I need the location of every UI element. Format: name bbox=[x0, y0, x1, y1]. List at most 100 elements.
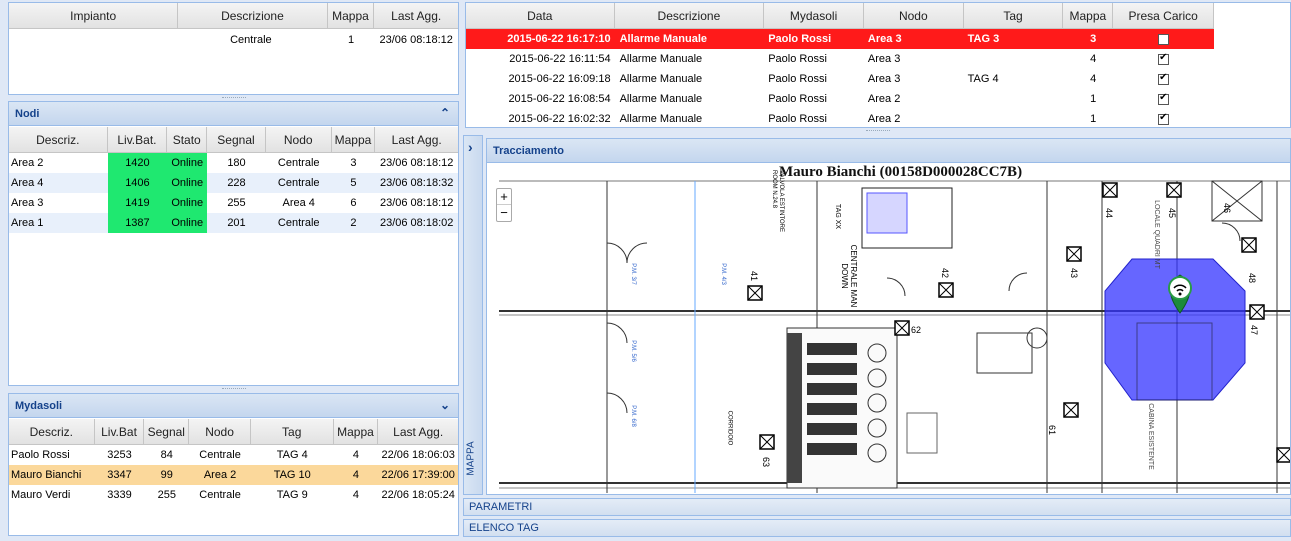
room-number: 63 bbox=[761, 456, 772, 468]
mappa-side-bar[interactable]: › MAPPA bbox=[463, 135, 483, 495]
elenco-tag-bar[interactable]: ELENCO TAG bbox=[463, 519, 1291, 537]
table-cell: Paolo Rossi bbox=[11, 449, 70, 461]
col-mappa[interactable]: Mappa bbox=[332, 127, 376, 152]
col-mappa[interactable]: Mappa bbox=[1063, 3, 1114, 28]
table-cell: 6 bbox=[350, 197, 357, 209]
col-descriz[interactable]: Descriz. bbox=[9, 419, 95, 444]
parametri-bar[interactable]: PARAMETRI bbox=[463, 498, 1291, 516]
table-cell: 23/06 08:18:32 bbox=[379, 177, 454, 189]
table-row[interactable]: Area 3 1419 Online 255 Area 4 6 23/06 08:18:12 bbox=[9, 193, 458, 213]
plan-label: VALVOLA ESTINTORE ROOM N.24.8 bbox=[771, 170, 784, 233]
map-area[interactable]: Mauro Bianchi (00158D000028CC7B) + − 44 … bbox=[487, 163, 1290, 494]
table-cell: Area 3 bbox=[11, 197, 44, 209]
table-cell: TAG 10 bbox=[273, 469, 311, 481]
col-last-agg[interactable]: Last Agg. bbox=[374, 3, 458, 28]
mydasoli-title: Mydasoli bbox=[15, 399, 63, 412]
table-row[interactable]: Centrale 1 23/06 08:18:12 bbox=[9, 30, 458, 50]
alarm-row[interactable]: 2015-06-22 16:02:32 Allarme Manuale Paolo … bbox=[466, 109, 1214, 127]
table-cell: Allarme Manuale bbox=[619, 93, 703, 105]
col-descrizione[interactable]: Descrizione bbox=[178, 3, 328, 28]
plan-label: CABINA ESISTENTE bbox=[1146, 403, 1154, 470]
presa-carico-checkbox[interactable] bbox=[1158, 52, 1170, 65]
plan-label: P.M. 6/8 bbox=[629, 405, 636, 427]
table-cell: 180 bbox=[227, 157, 246, 169]
tracciamento-titlebar: Tracciamento bbox=[487, 139, 1290, 163]
table-cell: 1420 bbox=[107, 153, 168, 173]
mydasoli-panel: Mydasoli ⌄ Descriz. Liv.Bat Segnal Nodo … bbox=[8, 393, 459, 536]
table-cell: 5 bbox=[350, 177, 357, 189]
table-cell: Area 1 bbox=[11, 217, 44, 229]
col-presa-carico[interactable]: Presa Carico bbox=[1113, 3, 1215, 28]
col-liv-bat[interactable]: Liv.Bat. bbox=[108, 127, 168, 152]
table-cell: Paolo Rossi bbox=[768, 93, 827, 105]
mydasoli-titlebar: Mydasoli ⌄ bbox=[9, 394, 458, 418]
col-nodo[interactable]: Nodo bbox=[189, 419, 251, 444]
col-mappa[interactable]: Mappa bbox=[334, 419, 379, 444]
room-number: 44 bbox=[1104, 207, 1115, 219]
table-cell: TAG 9 bbox=[276, 489, 308, 501]
col-last-agg[interactable]: Last Agg. bbox=[375, 127, 458, 152]
allarmi-header: Data Descrizione Mydasoli Nodo Tag Mappa… bbox=[466, 3, 1215, 29]
tracciamento-title: Tracciamento bbox=[493, 144, 564, 157]
table-cell bbox=[964, 89, 1064, 109]
table-row[interactable]: Mauro Bianchi 3347 99 Area 2 TAG 10 4 22/06 17… bbox=[9, 465, 458, 485]
room-number: 42 bbox=[940, 267, 951, 279]
table-cell bbox=[964, 109, 1064, 127]
impianto-panel: Impianto Descrizione Mappa Last Agg. Cen… bbox=[8, 2, 459, 95]
table-row[interactable]: Area 2 1420 Online 180 Centrale 3 23/06 08:18:… bbox=[9, 153, 458, 173]
table-cell: 201 bbox=[227, 217, 246, 229]
table-row[interactable]: Area 1 1387 Online 201 Centrale 2 23/06 08:18:… bbox=[9, 213, 458, 233]
col-nodo[interactable]: Nodo bbox=[864, 3, 964, 28]
room-number: 48 bbox=[1247, 272, 1258, 284]
table-cell: Allarme Manuale bbox=[619, 73, 703, 85]
col-tag[interactable]: Tag bbox=[251, 419, 334, 444]
table-cell: Online bbox=[167, 193, 208, 213]
table-cell: Centrale bbox=[277, 157, 320, 169]
presa-carico-checkbox[interactable] bbox=[1158, 72, 1170, 85]
col-mydasoli[interactable]: Mydasoli bbox=[764, 3, 864, 28]
presa-carico-cell bbox=[1113, 29, 1214, 49]
presa-carico-checkbox[interactable] bbox=[1158, 33, 1170, 45]
table-row[interactable]: Mauro Verdi 3339 255 Centrale TAG 9 4 22/06 18… bbox=[9, 485, 458, 505]
table-row[interactable]: Area 4 1406 Online 228 Centrale 5 23/06 08:18:… bbox=[9, 173, 458, 193]
col-nodo[interactable]: Nodo bbox=[266, 127, 332, 152]
col-liv-bat[interactable]: Liv.Bat bbox=[95, 419, 145, 444]
col-segnal[interactable]: Segnal bbox=[144, 419, 190, 444]
col-last-agg[interactable]: Last Agg. bbox=[378, 419, 458, 444]
splitter-nodi[interactable] bbox=[8, 386, 459, 392]
presa-carico-checkbox[interactable] bbox=[1158, 112, 1170, 125]
room-number: 43 bbox=[1069, 267, 1080, 279]
alarm-row[interactable]: 2015-06-22 16:11:54 Allarme Manuale Paolo … bbox=[466, 49, 1214, 69]
collapse-up-icon[interactable]: ⌃ bbox=[440, 106, 450, 120]
col-descriz[interactable]: Descriz. bbox=[9, 127, 108, 152]
table-cell: Mauro Bianchi bbox=[11, 469, 82, 481]
table-cell: Area 2 bbox=[867, 113, 901, 125]
collapse-down-icon[interactable]: ⌄ bbox=[440, 398, 450, 412]
table-cell: 1 bbox=[1090, 113, 1097, 125]
table-cell: 3347 bbox=[107, 469, 132, 481]
table-cell: Paolo Rossi bbox=[768, 73, 827, 85]
col-data[interactable]: Data bbox=[466, 3, 615, 28]
expand-arrow-icon[interactable]: › bbox=[468, 139, 473, 155]
presa-carico-checkbox[interactable] bbox=[1158, 92, 1170, 105]
alarm-row[interactable]: 2015-06-22 16:09:18 Allarme Manuale Paolo … bbox=[466, 69, 1214, 89]
alarm-row[interactable]: 2015-06-22 16:08:54 Allarme Manuale Paolo … bbox=[466, 89, 1214, 109]
table-cell: 1406 bbox=[107, 173, 168, 193]
plan-label: P.M. 5/6 bbox=[629, 340, 636, 362]
splitter-allarmi[interactable] bbox=[465, 128, 1291, 134]
room-number: 62 bbox=[911, 325, 922, 335]
col-impianto[interactable]: Impianto bbox=[9, 3, 179, 28]
mydasoli-header: Descriz. Liv.Bat Segnal Nodo Tag Mappa L… bbox=[9, 419, 458, 445]
col-descrizione[interactable]: Descrizione bbox=[615, 3, 765, 28]
nodi-header: Descriz. Liv.Bat. Stato Segnal Nodo Mapp… bbox=[9, 127, 458, 153]
allarmi-panel: Data Descrizione Mydasoli Nodo Tag Mappa… bbox=[465, 2, 1291, 128]
table-row[interactable]: Paolo Rossi 3253 84 Centrale TAG 4 4 22/06 18:… bbox=[9, 445, 458, 465]
table-cell: 2015-06-22 16:02:32 bbox=[508, 113, 611, 125]
col-mappa[interactable]: Mappa bbox=[328, 3, 375, 28]
alarm-row[interactable]: 2015-06-22 16:17:10 Allarme Manuale Paolo … bbox=[466, 29, 1214, 49]
col-tag[interactable]: Tag bbox=[964, 3, 1064, 28]
table-cell: 2015-06-22 16:08:54 bbox=[508, 93, 611, 105]
col-stato[interactable]: Stato bbox=[167, 127, 208, 152]
col-segnal[interactable]: Segnal bbox=[207, 127, 266, 152]
table-cell: Online bbox=[167, 153, 208, 173]
